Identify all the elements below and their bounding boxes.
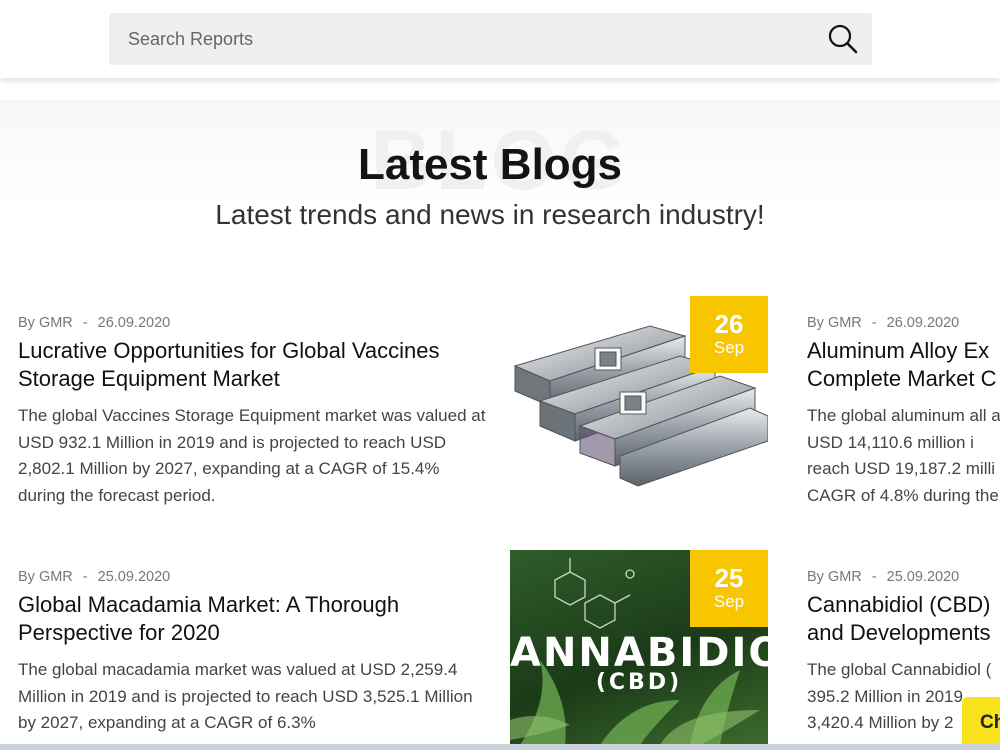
blog-author: By GMR [18,315,73,331]
blog-card: By GMR -26.09.2020 Aluminum Alloy Ex Comp… [807,315,1000,510]
search-bar [109,13,872,65]
blog-excerpt: The global aluminum all at USD 14,110.6 … [807,406,1000,506]
blog-date: 26.09.2020 [97,315,171,331]
blog-title[interactable]: Global Macadamia Market: A Thorough Pers… [18,591,488,647]
blog-thumbnail-cbd[interactable]: ANNABIDIO (CBD) 25 Sep [510,550,768,745]
badge-month: Sep [713,338,745,357]
chat-button[interactable]: Ch [962,697,1000,750]
meta-separator: - [82,315,88,331]
blog-author: By GMR [807,315,862,331]
blog-date: 25.09.2020 [886,569,960,585]
blog-meta: By GMR -26.09.2020 [807,315,1000,331]
blog-date: 26.09.2020 [886,315,960,331]
blog-title[interactable]: Lucrative Opportunities for Global Vacci… [18,337,488,393]
blog-card: By GMR -25.09.2020 Global Macadamia Marke… [18,569,488,738]
search-icon [828,24,858,54]
badge-day: 26 [714,309,744,339]
blog-date: 25.09.2020 [97,569,171,585]
section-title: Latest Blogs [357,140,623,189]
blog-excerpt: The global Vaccines Storage Equipment ma… [18,406,486,506]
badge-month: Sep [713,592,745,611]
bottom-scroll-bar [0,744,1000,750]
image-subcaption: (CBD) [595,670,683,695]
blog-author: By GMR [18,569,73,585]
section-subtitle: Latest trends and news in research indus… [215,199,765,230]
blog-author: By GMR [807,569,862,585]
meta-separator: - [871,315,877,331]
search-button[interactable] [814,13,872,65]
blog-excerpt: The global macadamia market was valued a… [18,660,473,733]
date-badge: 26 Sep [690,296,768,373]
blog-card: By GMR -26.09.2020 Lucrative Opportunitie… [18,315,488,510]
blog-title[interactable]: Cannabidiol (CBD) and Developments [807,591,1000,647]
meta-separator: - [871,569,877,585]
search-input[interactable] [109,13,814,65]
date-badge: 25 Sep [690,550,768,627]
blog-meta: By GMR -25.09.2020 [18,569,488,585]
blog-title[interactable]: Aluminum Alloy Ex Complete Market C [807,337,1000,393]
blog-meta: By GMR -26.09.2020 [18,315,488,331]
meta-separator: - [82,569,88,585]
site-header [0,0,1000,78]
blog-thumbnail-aluminum[interactable]: 26 Sep [510,296,768,491]
badge-day: 25 [714,563,744,593]
blog-meta: By GMR -25.09.2020 [807,569,1000,585]
